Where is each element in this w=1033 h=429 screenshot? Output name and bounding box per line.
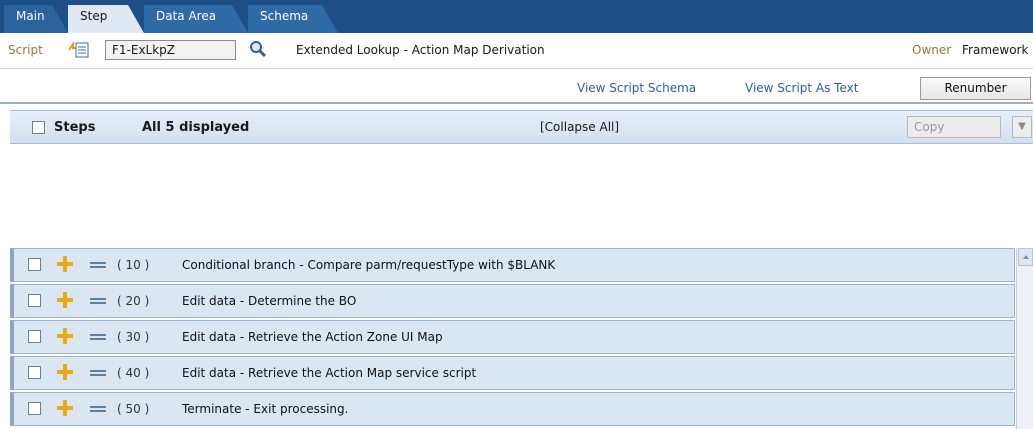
step-text[interactable]: Terminate - Exit processing.: [182, 402, 348, 416]
tab-main[interactable]: Main: [4, 5, 68, 33]
drag-handle-icon[interactable]: [90, 402, 106, 412]
tab-main-label: Main: [16, 9, 45, 23]
drag-handle-icon[interactable]: [90, 330, 106, 340]
script-label: Script: [8, 43, 43, 57]
step-row: ( 10 ) Conditional branch - Compare parm…: [10, 248, 1015, 282]
script-description: Extended Lookup - Action Map Derivation: [296, 43, 545, 57]
plus-icon[interactable]: [56, 327, 74, 345]
step-sequence: ( 30 ): [117, 330, 150, 344]
script-header: Script F1-ExLkpZ Extended Lookup - Actio…: [0, 33, 1033, 69]
action-link-row: View Script Schema View Script As Text R…: [0, 70, 1033, 104]
step-row: ( 30 ) Edit data - Retrieve the Action Z…: [10, 320, 1015, 354]
step-checkbox[interactable]: [28, 402, 41, 415]
step-sequence: ( 20 ): [117, 294, 150, 308]
vertical-scrollbar[interactable]: [1016, 248, 1033, 429]
drag-handle-icon[interactable]: [90, 366, 106, 376]
drag-handle-icon[interactable]: [90, 294, 106, 304]
step-row: ( 40 ) Edit data - Retrieve the Action M…: [10, 356, 1015, 390]
renumber-button[interactable]: Renumber: [920, 77, 1031, 100]
steps-title: Steps: [54, 120, 96, 135]
step-checkbox[interactable]: [28, 366, 41, 379]
plus-icon[interactable]: [56, 363, 74, 381]
owner-label: Owner: [912, 43, 952, 57]
plus-icon[interactable]: [56, 291, 74, 309]
step-text[interactable]: Edit data - Retrieve the Action Zone UI …: [182, 330, 443, 344]
step-row: ( 50 ) Terminate - Exit processing.: [10, 392, 1015, 426]
copy-button[interactable]: Copy: [907, 116, 1001, 138]
step-sequence: ( 10 ): [117, 258, 150, 272]
step-row: ( 20 ) Edit data - Determine the BO: [10, 284, 1015, 318]
collapse-all-link[interactable]: [Collapse All]: [540, 120, 619, 134]
search-icon[interactable]: [248, 39, 268, 59]
tab-schema-label: Schema: [260, 9, 309, 23]
steps-count: All 5 displayed: [142, 120, 250, 135]
steps-empty-area: [10, 144, 1033, 248]
tab-schema[interactable]: Schema: [248, 5, 338, 33]
select-all-checkbox[interactable]: [32, 121, 45, 134]
step-text[interactable]: Edit data - Determine the BO: [182, 294, 356, 308]
scroll-up-button[interactable]: [1018, 248, 1033, 266]
steps-header: Steps All 5 displayed [Collapse All] Cop…: [10, 110, 1033, 144]
tab-bar: Main Step Data Area Schema: [0, 0, 1033, 33]
step-checkbox[interactable]: [28, 294, 41, 307]
step-sequence: ( 50 ): [117, 402, 150, 416]
view-script-as-text-link[interactable]: View Script As Text: [745, 81, 858, 95]
step-text[interactable]: Conditional branch - Compare parm/reques…: [182, 258, 555, 272]
script-code-field[interactable]: F1-ExLkpZ: [105, 40, 236, 60]
step-text[interactable]: Edit data - Retrieve the Action Map serv…: [182, 366, 476, 380]
view-script-schema-link[interactable]: View Script Schema: [577, 81, 696, 95]
step-checkbox[interactable]: [28, 258, 41, 271]
script-list-icon[interactable]: [67, 40, 89, 59]
tab-step[interactable]: Step: [68, 5, 144, 33]
tab-data-area[interactable]: Data Area: [144, 5, 248, 33]
tab-step-label: Step: [80, 9, 108, 23]
plus-icon[interactable]: [56, 255, 74, 273]
plus-icon[interactable]: [56, 399, 74, 417]
owner-value: Framework: [962, 43, 1029, 57]
step-list: ( 10 ) Conditional branch - Compare parm…: [10, 248, 1015, 428]
step-checkbox[interactable]: [28, 330, 41, 343]
copy-dropdown-button[interactable]: ▼: [1012, 116, 1032, 138]
chevron-down-icon: ▼: [1018, 121, 1026, 132]
step-sequence: ( 40 ): [117, 366, 150, 380]
tab-data-area-label: Data Area: [156, 9, 217, 23]
drag-handle-icon[interactable]: [90, 258, 106, 268]
